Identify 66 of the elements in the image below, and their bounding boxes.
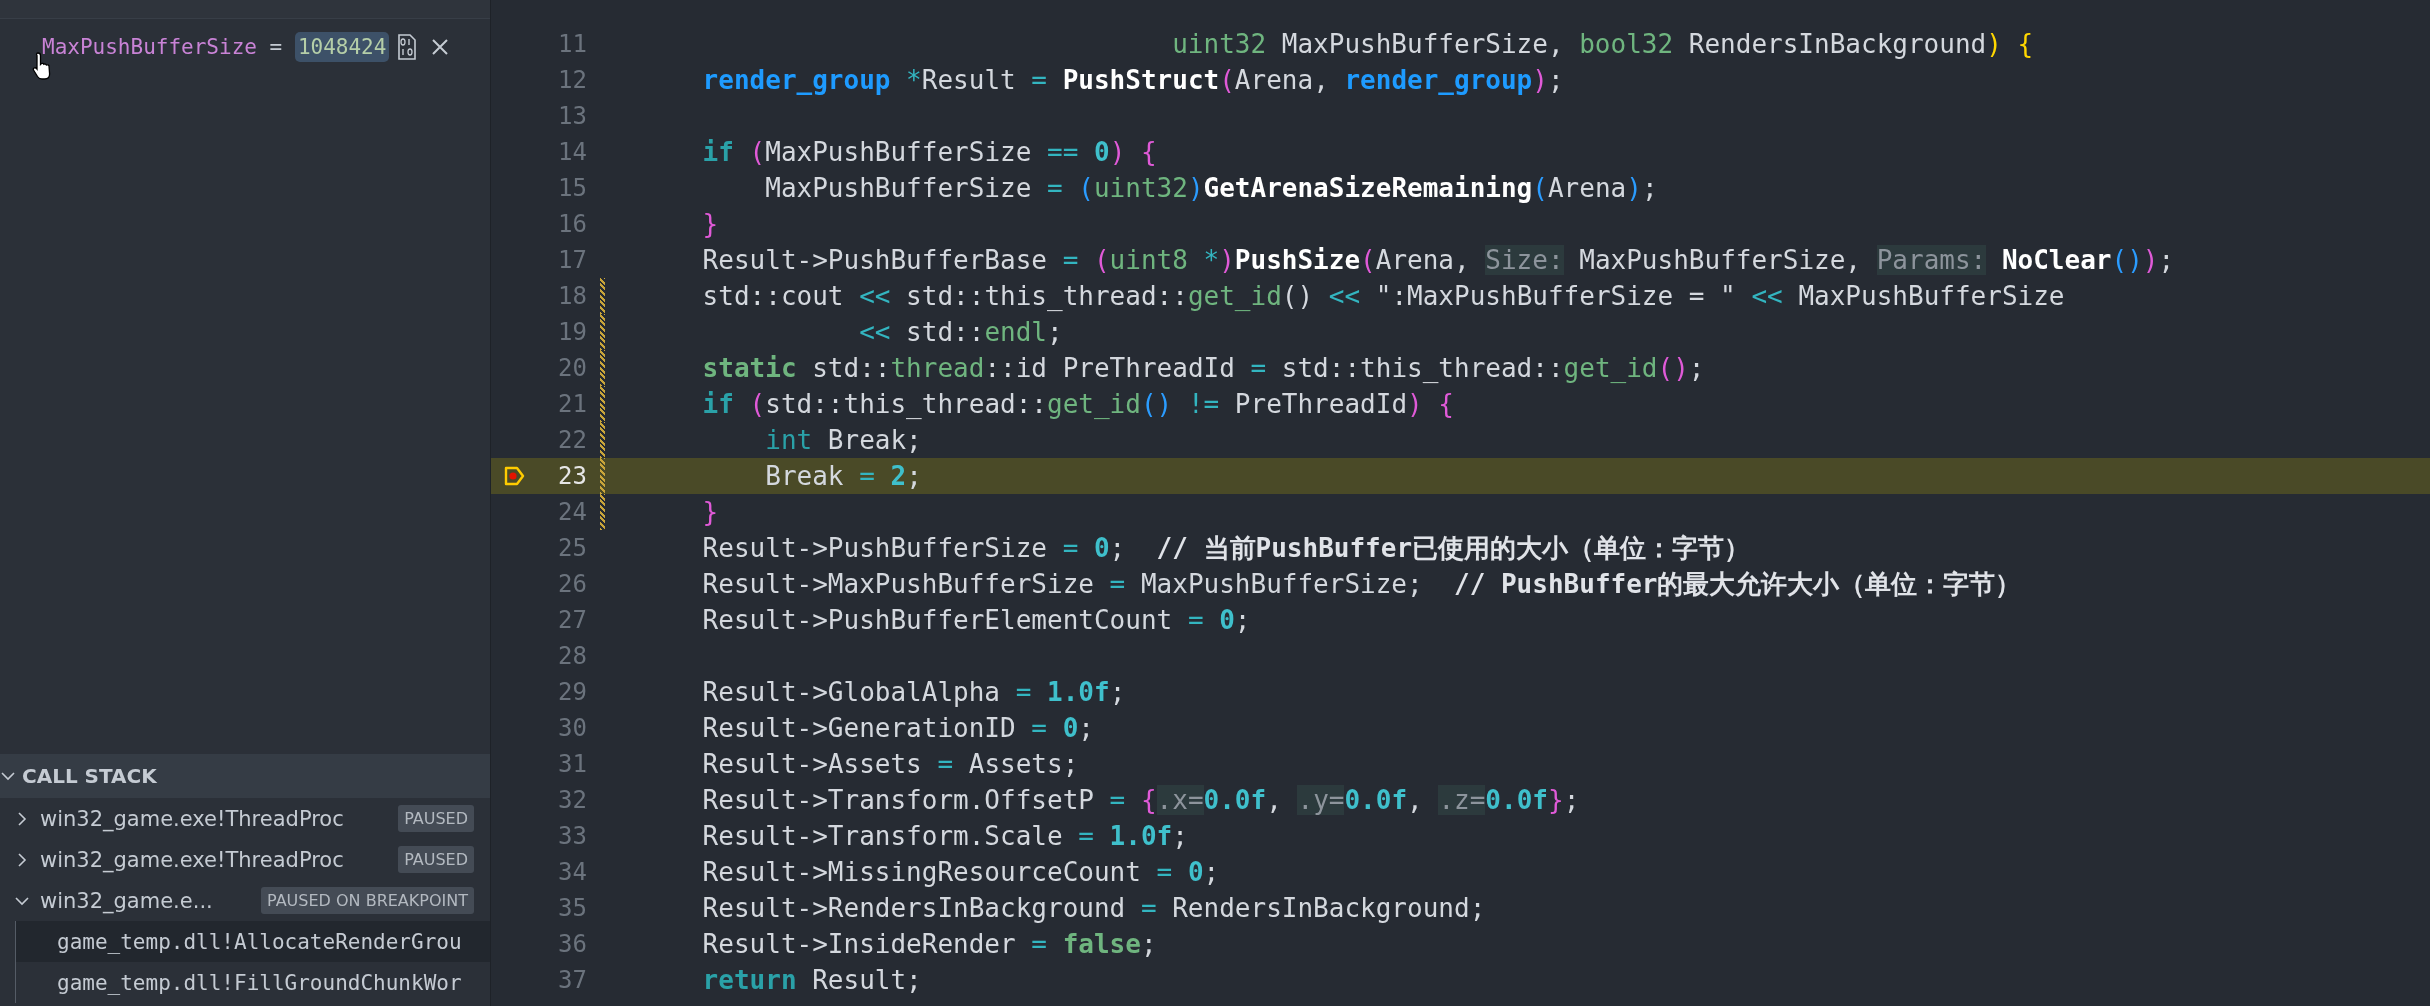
line-number: 19	[557, 318, 587, 346]
code-line: if (MaxPushBufferSize == 0) {	[701, 137, 1157, 167]
line-number: 12	[557, 66, 587, 94]
code-line: Result->MaxPushBufferSize = MaxPushBufferSize; // PushBuffer的最大允许大小（单位：字节）	[701, 567, 2022, 601]
code-line: return Result;	[701, 965, 922, 995]
code-line: std::cout << std::this_thread::get_id() << ":MaxPushBufferSize = " << MaxPushBufferSize	[701, 281, 2065, 311]
code-line: Break = 2;	[764, 461, 922, 491]
code-line: Result->InsideRender = false;	[701, 929, 1157, 959]
code-line: Result->Assets = Assets;	[701, 749, 1079, 779]
code-line: Result->PushBufferBase = (uint8 *)PushSize(Arena, Size: MaxPushBufferSize, Params: NoClear());	[701, 245, 2175, 275]
line-number: 15	[557, 174, 587, 202]
code-line: Result->PushBufferElementCount = 0;	[701, 605, 1251, 635]
code-line: static std::thread::id PreThreadId = std::this_thread::get_id();	[701, 353, 1705, 383]
code-line: int Break;	[764, 425, 922, 455]
code-line: }	[701, 497, 719, 527]
line-number: 16	[557, 210, 587, 238]
line-number: 33	[557, 822, 587, 850]
line-number: 20	[557, 354, 587, 382]
thread-item[interactable]: win32_game.e...	[40, 888, 262, 913]
code-line: Result->GlobalAlpha = 1.0f;	[701, 677, 1126, 707]
line-number: 14	[557, 138, 587, 166]
line-number: 27	[557, 606, 587, 634]
line-number: 13	[557, 102, 587, 130]
code-line: Result->PushBufferSize = 0; // 当前PushBuffer已使用的大小（单位：字节）	[701, 531, 1751, 565]
line-number: 11	[557, 30, 587, 58]
line-number: 31	[557, 750, 587, 778]
line-number: 21	[557, 390, 587, 418]
stack-frame-item[interactable]: game_temp.dll!FillGroundChunkWor	[15, 962, 490, 1003]
stack-frame-item[interactable]: game_temp.dll!AllocateRenderGrou	[15, 921, 490, 962]
code-line: uint32 MaxPushBufferSize, bool32 RendersInBackground) {	[1171, 29, 2034, 59]
status-badge: PAUSED ON BREAKPOINT	[261, 887, 474, 914]
line-number: 37	[557, 966, 587, 994]
code-line: render_group *Result = PushStruct(Arena, render_group);	[701, 65, 1564, 95]
line-number: 17	[557, 246, 587, 274]
line-number: 23	[557, 462, 587, 490]
line-number: 36	[557, 930, 587, 958]
line-number: 24	[557, 498, 587, 526]
code-line: Result->Transform.OffsetP = {.x=0.0f, .y=0.0f, .z=0.0f};	[701, 785, 1580, 815]
code-line: Result->GenerationID = 0;	[701, 713, 1094, 743]
line-number: 18	[557, 282, 587, 310]
line-number: 26	[557, 570, 587, 598]
thread-item[interactable]: win32_game.exe!ThreadProc	[40, 847, 399, 872]
code-line: MaxPushBufferSize = (uint32)GetArenaSizeRemaining(Arena);	[764, 173, 1658, 203]
code-line: Result->RendersInBackground = RendersInBackground;	[701, 893, 1486, 923]
code-line: if (std::this_thread::get_id() != PreThreadId) {	[701, 389, 1454, 419]
status-badge: PAUSED	[398, 846, 474, 873]
code-line: Result->Transform.Scale = 1.0f;	[701, 821, 1188, 851]
panel-title[interactable]: CALL STACK	[22, 764, 157, 788]
status-badge: PAUSED	[398, 805, 474, 832]
line-number: 28	[557, 642, 587, 670]
line-number: 22	[557, 426, 587, 454]
close-icon[interactable]	[431, 38, 450, 56]
line-number: 32	[557, 786, 587, 814]
line-number: 34	[557, 858, 587, 886]
line-number: 29	[557, 678, 587, 706]
watch-value[interactable]: 1048424	[294, 32, 390, 62]
code-line: }	[701, 209, 719, 239]
thread-item[interactable]: win32_game.exe!ThreadProc	[40, 806, 399, 831]
watch-expression[interactable]: MaxPushBufferSize =	[42, 35, 295, 59]
line-number: 30	[557, 714, 587, 742]
binary-view-icon[interactable]	[397, 34, 418, 60]
line-number: 35	[557, 894, 587, 922]
line-number: 25	[557, 534, 587, 562]
breakpoint-arrow-icon[interactable]	[504, 466, 526, 486]
code-line: Result->MissingResourceCount = 0;	[701, 857, 1220, 887]
code-line: << std::endl;	[858, 317, 1063, 347]
